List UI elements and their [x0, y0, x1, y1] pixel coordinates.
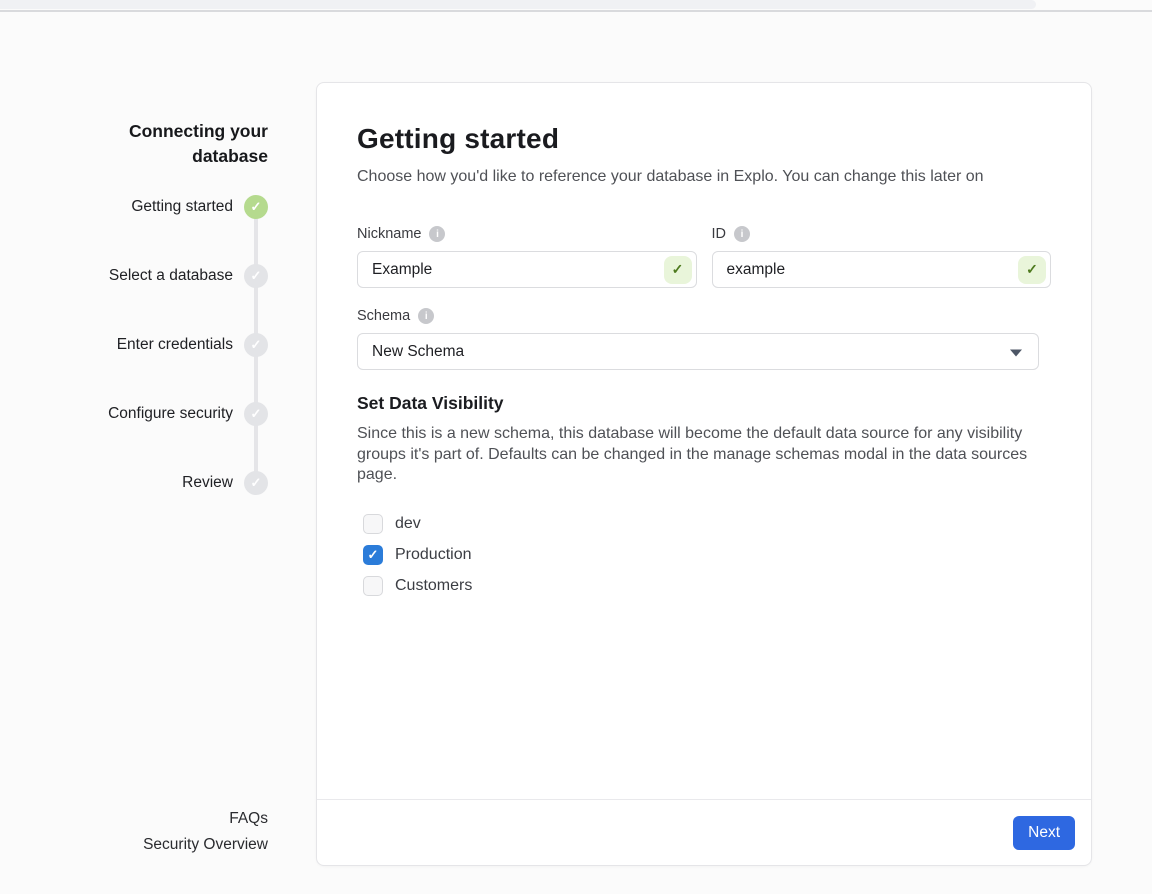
- visibility-group-row[interactable]: ✓ Production: [363, 540, 1051, 571]
- schema-label-row: Schema i: [357, 308, 1051, 324]
- visibility-group-row[interactable]: Customers: [363, 571, 1051, 602]
- stepper-sidebar: Connecting your database Getting started…: [0, 0, 268, 894]
- stepper-item: Review ✓: [108, 471, 268, 495]
- visibility-heading: Set Data Visibility: [357, 393, 1051, 414]
- stepper-item: Enter credentials ✓: [108, 333, 268, 357]
- schema-label: Schema: [357, 308, 410, 324]
- info-icon[interactable]: i: [734, 226, 750, 242]
- id-field-group: ID i ✓: [712, 226, 1052, 288]
- info-icon[interactable]: i: [418, 308, 434, 324]
- chevron-down-icon: [1010, 349, 1022, 356]
- visibility-group-row[interactable]: dev: [363, 509, 1051, 540]
- step-label: Enter credentials: [117, 336, 233, 354]
- card-footer: Next: [317, 799, 1091, 865]
- step-label: Review: [182, 474, 233, 492]
- stepper-item: Configure security ✓: [108, 402, 268, 426]
- step-check-icon: ✓: [244, 471, 268, 495]
- stepper-item: Select a database ✓: [108, 264, 268, 288]
- sidebar-links: FAQsSecurity Overview: [143, 806, 268, 858]
- page-title: Getting started: [357, 121, 1051, 157]
- checkbox-checked[interactable]: ✓: [363, 545, 383, 565]
- stepper: Getting started✓Select a database✓Enter …: [108, 195, 268, 540]
- card-body: Getting started Choose how you'd like to…: [317, 83, 1091, 799]
- step-label: Select a database: [109, 267, 233, 285]
- nickname-label: Nickname: [357, 226, 421, 242]
- schema-field-group: Schema i New Schema: [357, 308, 1051, 370]
- step-label: Getting started: [131, 198, 233, 216]
- nickname-label-row: Nickname i: [357, 226, 697, 242]
- valid-check-icon: ✓: [1018, 256, 1046, 284]
- id-input[interactable]: [712, 251, 1052, 288]
- nickname-input[interactable]: [357, 251, 697, 288]
- id-label-row: ID i: [712, 226, 1052, 242]
- step-check-icon: ✓: [244, 264, 268, 288]
- fields-row: Nickname i ✓ ID i ✓: [357, 226, 1051, 288]
- id-label: ID: [712, 226, 727, 242]
- step-check-icon: ✓: [244, 195, 268, 219]
- checkbox-unchecked[interactable]: [363, 514, 383, 534]
- step-check-icon: ✓: [244, 402, 268, 426]
- visibility-group-label: Production: [395, 546, 472, 564]
- sidebar-link[interactable]: FAQs: [143, 806, 268, 832]
- sidebar-link[interactable]: Security Overview: [143, 832, 268, 858]
- step-check-icon: ✓: [244, 333, 268, 357]
- nickname-field-group: Nickname i ✓: [357, 226, 697, 288]
- visibility-group-label: dev: [395, 515, 421, 533]
- getting-started-card: Getting started Choose how you'd like to…: [316, 82, 1092, 866]
- visibility-group-list: dev ✓ Production Customers: [363, 509, 1051, 602]
- schema-select-value: New Schema: [372, 343, 464, 361]
- nickname-input-wrap: ✓: [357, 251, 697, 288]
- next-button[interactable]: Next: [1013, 816, 1075, 850]
- stepper-item: Getting started ✓: [108, 195, 268, 219]
- checkbox-unchecked[interactable]: [363, 576, 383, 596]
- step-label: Configure security: [108, 405, 233, 423]
- schema-select[interactable]: New Schema: [357, 333, 1039, 370]
- info-icon[interactable]: i: [429, 226, 445, 242]
- visibility-description: Since this is a new schema, this databas…: [357, 424, 1051, 486]
- page-subtitle: Choose how you'd like to reference your …: [357, 166, 1051, 187]
- id-input-wrap: ✓: [712, 251, 1052, 288]
- valid-check-icon: ✓: [664, 256, 692, 284]
- visibility-group-label: Customers: [395, 577, 472, 595]
- stepper-title: Connecting your database: [106, 119, 268, 169]
